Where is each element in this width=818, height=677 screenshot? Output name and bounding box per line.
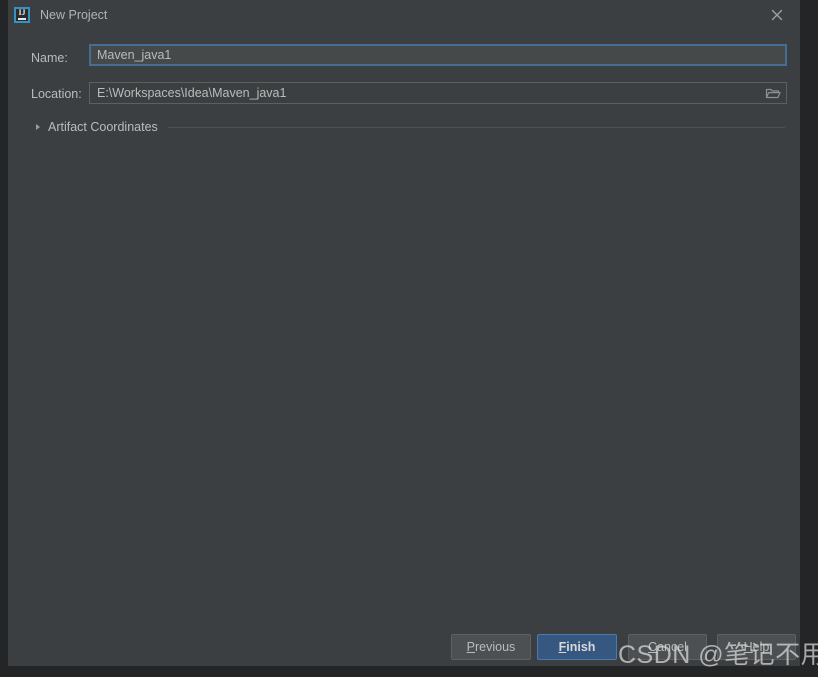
name-label: Name:: [31, 51, 68, 65]
close-icon[interactable]: [768, 6, 786, 24]
title-bar: IJ New Project: [8, 0, 800, 30]
help-button[interactable]: Help: [717, 634, 796, 660]
finish-button[interactable]: Finish: [537, 634, 617, 660]
chevron-right-icon[interactable]: [31, 120, 45, 134]
cancel-button-label: Cancel: [648, 640, 687, 654]
help-button-label: Help: [743, 640, 770, 654]
previous-button-label: Previous: [466, 640, 516, 654]
intellij-idea-icon: IJ: [14, 7, 30, 23]
previous-button[interactable]: Previous: [451, 634, 531, 660]
app-icon-underbar: [18, 18, 26, 20]
location-input[interactable]: E:\Workspaces\Idea\Maven_java1: [89, 82, 787, 104]
dialog-title: New Project: [40, 8, 108, 22]
finish-button-label: Finish: [558, 640, 596, 654]
name-input[interactable]: Maven_java1: [89, 44, 787, 66]
app-icon-letters: IJ: [18, 8, 26, 17]
artifact-coordinates-label: Artifact Coordinates: [48, 120, 158, 134]
location-input-value: E:\Workspaces\Idea\Maven_java1: [97, 86, 287, 100]
artifact-coordinates-section[interactable]: Artifact Coordinates: [31, 118, 787, 136]
cancel-button[interactable]: Cancel: [628, 634, 707, 660]
location-label: Location:: [31, 87, 82, 101]
dialog-button-bar: Previous Finish Cancel Help: [8, 634, 800, 660]
folder-icon[interactable]: [760, 83, 786, 103]
new-project-dialog: IJ New Project Name: Maven_java1 Locatio…: [8, 0, 800, 666]
dialog-window: IJ New Project Name: Maven_java1 Locatio…: [0, 0, 818, 677]
name-input-value: Maven_java1: [97, 48, 172, 62]
section-separator: [167, 126, 785, 128]
